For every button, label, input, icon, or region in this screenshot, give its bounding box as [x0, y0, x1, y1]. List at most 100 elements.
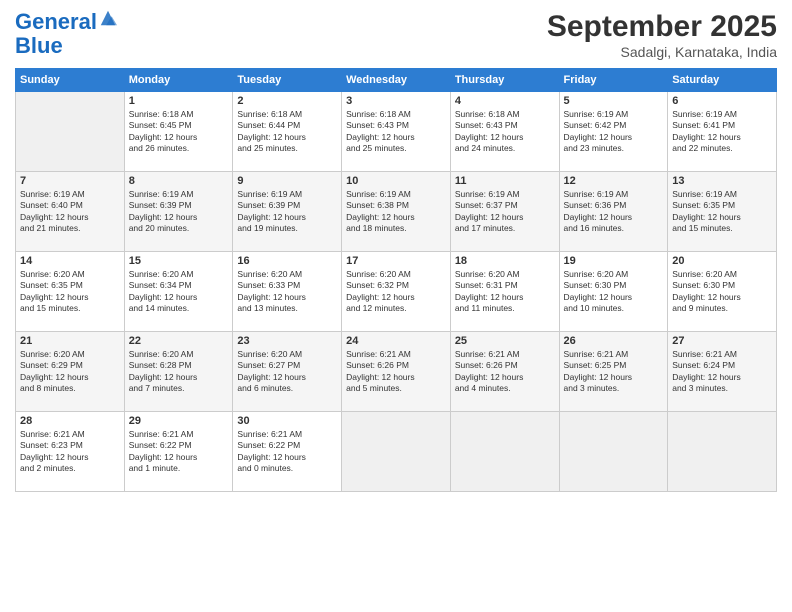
logo: General Blue	[15, 10, 117, 58]
calendar-cell: 27 Sunrise: 6:21 AM Sunset: 6:24 PM Dayli…	[668, 332, 777, 412]
calendar-cell: 19Sunrise: 6:20 AM Sunset: 6:30 PM Dayli…	[559, 252, 668, 332]
day-number: 11	[455, 175, 555, 187]
day-number: 15	[129, 255, 229, 267]
calendar-cell	[450, 412, 559, 492]
day-info: Sunrise: 6:21 AM Sunset: 6:25 PM Dayligh…	[564, 349, 664, 395]
day-info: Sunrise: 6:18 AM Sunset: 6:43 PM Dayligh…	[346, 109, 446, 155]
day-number: 6	[672, 95, 772, 107]
weekday-header-friday: Friday	[559, 69, 668, 92]
calendar-cell: 30 Sunrise: 6:21 AM Sunset: 6:22 PM Dayli…	[233, 412, 342, 492]
day-info: Sunrise: 6:20 AM Sunset: 6:33 PM Dayligh…	[237, 269, 337, 315]
day-info: Sunrise: 6:20 AM Sunset: 6:35 PM Dayligh…	[20, 269, 120, 315]
calendar-cell: 6 Sunrise: 6:19 AM Sunset: 6:41 PM Daylig…	[668, 92, 777, 172]
day-number: 20	[672, 255, 772, 267]
calendar-cell: 26 Sunrise: 6:21 AM Sunset: 6:25 PM Dayli…	[559, 332, 668, 412]
logo-icon	[99, 9, 117, 27]
day-info: Sunrise: 6:19 AM Sunset: 6:39 PM Dayligh…	[129, 189, 229, 235]
day-info: Sunrise: 6:20 AM Sunset: 6:29 PM Dayligh…	[20, 349, 120, 395]
day-number: 4	[455, 95, 555, 107]
day-info: Sunrise: 6:18 AM Sunset: 6:44 PM Dayligh…	[237, 109, 337, 155]
calendar-cell	[342, 412, 451, 492]
day-info: Sunrise: 6:21 AM Sunset: 6:23 PM Dayligh…	[20, 429, 120, 475]
week-row-2: 7Sunrise: 6:19 AM Sunset: 6:40 PM Daylig…	[16, 172, 777, 252]
calendar-cell: 24 Sunrise: 6:21 AM Sunset: 6:26 PM Dayli…	[342, 332, 451, 412]
calendar-cell	[668, 412, 777, 492]
calendar-cell: 25 Sunrise: 6:21 AM Sunset: 6:26 PM Dayli…	[450, 332, 559, 412]
day-info: Sunrise: 6:20 AM Sunset: 6:31 PM Dayligh…	[455, 269, 555, 315]
calendar-cell: 16 Sunrise: 6:20 AM Sunset: 6:33 PM Dayli…	[233, 252, 342, 332]
day-number: 3	[346, 95, 446, 107]
header: General Blue September 2025 Sadalgi, Kar…	[15, 10, 777, 60]
day-number: 2	[237, 95, 337, 107]
calendar-cell: 12Sunrise: 6:19 AM Sunset: 6:36 PM Dayli…	[559, 172, 668, 252]
calendar-cell: 29 Sunrise: 6:21 AM Sunset: 6:22 PM Dayli…	[124, 412, 233, 492]
logo-blue: Blue	[15, 34, 117, 58]
day-number: 7	[20, 175, 120, 187]
day-info: Sunrise: 6:19 AM Sunset: 6:36 PM Dayligh…	[564, 189, 664, 235]
day-info: Sunrise: 6:18 AM Sunset: 6:43 PM Dayligh…	[455, 109, 555, 155]
day-number: 24	[346, 335, 446, 347]
day-number: 10	[346, 175, 446, 187]
day-number: 18	[455, 255, 555, 267]
calendar-cell: 8 Sunrise: 6:19 AM Sunset: 6:39 PM Daylig…	[124, 172, 233, 252]
weekday-header-thursday: Thursday	[450, 69, 559, 92]
calendar-cell: 11 Sunrise: 6:19 AM Sunset: 6:37 PM Dayli…	[450, 172, 559, 252]
calendar-cell: 17Sunrise: 6:20 AM Sunset: 6:32 PM Dayli…	[342, 252, 451, 332]
calendar-cell: 22Sunrise: 6:20 AM Sunset: 6:28 PM Dayli…	[124, 332, 233, 412]
week-row-1: 1Sunrise: 6:18 AM Sunset: 6:45 PM Daylig…	[16, 92, 777, 172]
logo-general: General	[15, 10, 97, 34]
day-number: 27	[672, 335, 772, 347]
day-info: Sunrise: 6:19 AM Sunset: 6:37 PM Dayligh…	[455, 189, 555, 235]
day-info: Sunrise: 6:19 AM Sunset: 6:39 PM Dayligh…	[237, 189, 337, 235]
day-info: Sunrise: 6:21 AM Sunset: 6:22 PM Dayligh…	[237, 429, 337, 475]
title-section: September 2025 Sadalgi, Karnataka, India	[547, 10, 777, 60]
day-number: 28	[20, 415, 120, 427]
calendar-table: SundayMondayTuesdayWednesdayThursdayFrid…	[15, 68, 777, 492]
day-number: 26	[564, 335, 664, 347]
day-info: Sunrise: 6:21 AM Sunset: 6:26 PM Dayligh…	[346, 349, 446, 395]
month-title: September 2025	[547, 10, 777, 44]
day-number: 29	[129, 415, 229, 427]
day-info: Sunrise: 6:18 AM Sunset: 6:45 PM Dayligh…	[129, 109, 229, 155]
day-info: Sunrise: 6:20 AM Sunset: 6:27 PM Dayligh…	[237, 349, 337, 395]
weekday-header-monday: Monday	[124, 69, 233, 92]
calendar-cell: 14 Sunrise: 6:20 AM Sunset: 6:35 PM Dayli…	[16, 252, 125, 332]
calendar-cell: 15 Sunrise: 6:20 AM Sunset: 6:34 PM Dayli…	[124, 252, 233, 332]
day-info: Sunrise: 6:20 AM Sunset: 6:34 PM Dayligh…	[129, 269, 229, 315]
day-info: Sunrise: 6:19 AM Sunset: 6:42 PM Dayligh…	[564, 109, 664, 155]
week-row-3: 14 Sunrise: 6:20 AM Sunset: 6:35 PM Dayli…	[16, 252, 777, 332]
calendar-cell	[559, 412, 668, 492]
day-number: 22	[129, 335, 229, 347]
day-number: 25	[455, 335, 555, 347]
page: General Blue September 2025 Sadalgi, Kar…	[0, 0, 792, 612]
day-number: 30	[237, 415, 337, 427]
week-row-5: 28 Sunrise: 6:21 AM Sunset: 6:23 PM Dayli…	[16, 412, 777, 492]
day-info: Sunrise: 6:19 AM Sunset: 6:35 PM Dayligh…	[672, 189, 772, 235]
day-number: 9	[237, 175, 337, 187]
day-number: 5	[564, 95, 664, 107]
calendar-cell	[16, 92, 125, 172]
calendar-cell: 2 Sunrise: 6:18 AM Sunset: 6:44 PM Daylig…	[233, 92, 342, 172]
day-number: 13	[672, 175, 772, 187]
day-number: 14	[20, 255, 120, 267]
day-info: Sunrise: 6:19 AM Sunset: 6:38 PM Dayligh…	[346, 189, 446, 235]
day-info: Sunrise: 6:21 AM Sunset: 6:22 PM Dayligh…	[129, 429, 229, 475]
weekday-header-row: SundayMondayTuesdayWednesdayThursdayFrid…	[16, 69, 777, 92]
calendar-cell: 5 Sunrise: 6:19 AM Sunset: 6:42 PM Daylig…	[559, 92, 668, 172]
calendar-cell: 20Sunrise: 6:20 AM Sunset: 6:30 PM Dayli…	[668, 252, 777, 332]
day-number: 21	[20, 335, 120, 347]
day-info: Sunrise: 6:21 AM Sunset: 6:26 PM Dayligh…	[455, 349, 555, 395]
weekday-header-wednesday: Wednesday	[342, 69, 451, 92]
calendar-cell: 13 Sunrise: 6:19 AM Sunset: 6:35 PM Dayli…	[668, 172, 777, 252]
day-info: Sunrise: 6:19 AM Sunset: 6:41 PM Dayligh…	[672, 109, 772, 155]
day-info: Sunrise: 6:20 AM Sunset: 6:30 PM Dayligh…	[564, 269, 664, 315]
day-number: 16	[237, 255, 337, 267]
day-number: 8	[129, 175, 229, 187]
calendar-cell: 23Sunrise: 6:20 AM Sunset: 6:27 PM Dayli…	[233, 332, 342, 412]
calendar-cell: 7Sunrise: 6:19 AM Sunset: 6:40 PM Daylig…	[16, 172, 125, 252]
day-info: Sunrise: 6:21 AM Sunset: 6:24 PM Dayligh…	[672, 349, 772, 395]
location: Sadalgi, Karnataka, India	[547, 44, 777, 60]
calendar-cell: 21 Sunrise: 6:20 AM Sunset: 6:29 PM Dayli…	[16, 332, 125, 412]
weekday-header-saturday: Saturday	[668, 69, 777, 92]
week-row-4: 21 Sunrise: 6:20 AM Sunset: 6:29 PM Dayli…	[16, 332, 777, 412]
